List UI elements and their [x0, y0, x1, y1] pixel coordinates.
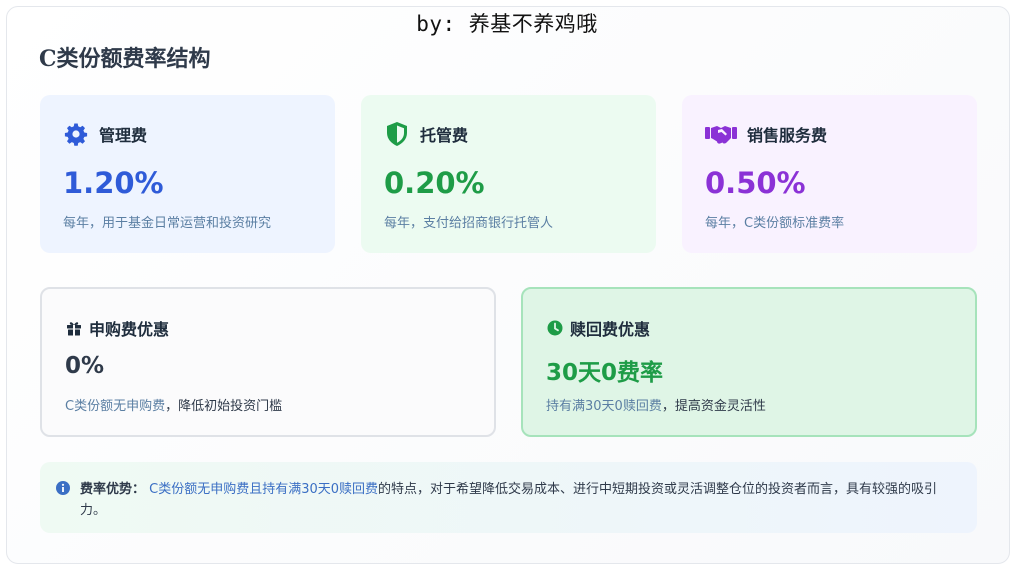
management-fee-value: 1.20%	[63, 166, 164, 200]
redemption-discount-desc: 持有满30天0赎回费，提高资金灵活性	[546, 395, 766, 414]
custody-fee-card: 托管费 0.20% 每年，支付给招商银行托管人	[361, 95, 656, 253]
gear-icon	[63, 121, 89, 147]
redemption-discount-rest: ，提高资金灵活性	[661, 399, 766, 414]
redemption-discount-highlight: 持有满30天0赎回费	[546, 399, 662, 414]
info-icon	[56, 481, 70, 495]
note-highlight: C类份额无申购费且持有满30天0赎回费	[149, 482, 379, 497]
clock-icon	[546, 319, 564, 337]
redemption-discount-label: 赎回费优惠	[570, 320, 651, 339]
custody-fee-desc: 每年，支付给招商银行托管人	[384, 216, 554, 231]
shield-icon	[384, 121, 410, 147]
sales-service-fee-value: 0.50%	[705, 166, 806, 200]
subscription-discount-card: 申购费优惠 0% C类份额无申购费，降低初始投资门槛	[40, 287, 496, 437]
sales-service-fee-desc: 每年，C类份额标准费率	[705, 216, 845, 231]
page-title: C类份额费率结构	[39, 46, 211, 72]
management-fee-label: 管理费	[99, 126, 148, 145]
redemption-discount-card: 赎回费优惠 30天0费率 持有满30天0赎回费，提高资金灵活性	[521, 287, 977, 437]
custody-fee-value: 0.20%	[384, 166, 485, 200]
sales-service-fee-card: 销售服务费 0.50% 每年，C类份额标准费率	[682, 95, 977, 253]
subscription-discount-value: 0%	[65, 353, 105, 379]
watermark: by: 养基不养鸡哦	[416, 12, 598, 36]
fee-advantage-note: 费率优势： C类份额无申购费且持有满30天0赎回费的特点，对于希望降低交易成本、…	[40, 462, 977, 533]
sales-service-fee-label: 销售服务费	[747, 126, 828, 145]
note-label: 费率优势：	[80, 482, 146, 497]
subscription-discount-desc: C类份额无申购费，降低初始投资门槛	[65, 395, 282, 414]
custody-fee-label: 托管费	[420, 126, 469, 145]
subscription-discount-highlight: C类份额无申购费	[65, 399, 166, 414]
management-fee-desc: 每年，用于基金日常运营和投资研究	[63, 216, 272, 231]
subscription-discount-rest: ，降低初始投资门槛	[165, 399, 283, 414]
redemption-discount-value: 30天0费率	[546, 360, 664, 386]
management-fee-card: 管理费 1.20% 每年，用于基金日常运营和投资研究	[40, 95, 335, 253]
handshake-icon	[705, 121, 737, 147]
gift-icon	[65, 319, 83, 337]
subscription-discount-label: 申购费优惠	[89, 320, 170, 339]
